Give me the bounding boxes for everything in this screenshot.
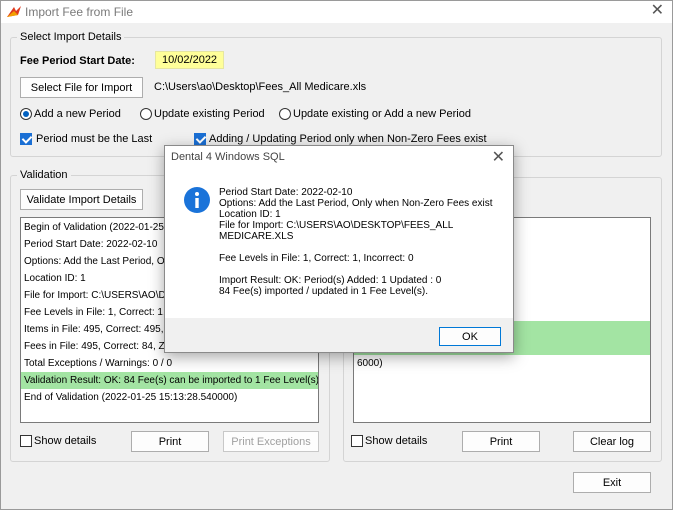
dialog-line [219,242,509,253]
non-zero-fees-label[interactable]: Adding / Updating Period only when Non-Z… [209,133,487,145]
dialog-line: Import Result: OK: Period(s) Added: 1 Up… [219,275,442,286]
show-details-checkbox-left[interactable] [20,435,32,447]
dialog-line: Options: Add the Last Period, Only when … [219,198,493,209]
period-start-date-field[interactable]: 10/02/2022 [155,51,225,69]
exit-button[interactable]: Exit [573,472,651,493]
message-dialog: Dental 4 Windows SQL ✕ Period Start Date… [164,145,514,353]
file-path-text: C:\Users\ao\Desktop\Fees_All Medicare.xl… [154,81,367,93]
dialog-line: Fee Levels in File: 1, Correct: 1, Incor… [219,253,414,264]
dialog-line: File for Import: C:\USERS\AO\DESKTOP\FEE… [219,220,454,231]
show-details-label-left[interactable]: Show details [34,435,96,447]
dialog-line [219,264,509,275]
update-or-add-period-label[interactable]: Update existing or Add a new Period [293,108,471,120]
log-line-result: Validation Result: OK: 84 Fee(s) can be … [21,372,318,389]
update-existing-period-radio[interactable] [140,108,152,120]
dialog-close-icon[interactable]: ✕ [492,147,505,167]
dialog-title: Dental 4 Windows SQL [171,151,285,163]
clear-log-button[interactable]: Clear log [573,431,651,452]
add-new-period-radio[interactable] [20,108,32,120]
app-logo-icon [7,6,21,17]
validate-import-button[interactable]: Validate Import Details [20,189,143,210]
dialog-message: Period Start Date: 2022-02-10 Options: A… [219,187,509,297]
dialog-ok-button[interactable]: OK [439,327,501,346]
dialog-line: MEDICARE.XLS [219,231,294,242]
period-must-be-last-label[interactable]: Period must be the Last [36,133,152,145]
dialog-line: 84 Fee(s) imported / updated in 1 Fee Le… [219,286,428,297]
window-close-icon[interactable]: ✕ [651,2,664,20]
update-or-add-period-radio[interactable] [279,108,291,120]
log-line: 6000) [357,358,383,369]
log-line: Total Exceptions / Warnings: 0 / 0 [24,358,173,369]
print-log-button[interactable]: Print [462,431,540,452]
validation-legend: Validation [20,169,68,181]
select-file-button[interactable]: Select File for Import [20,77,143,98]
title-bar: Import Fee from File ✕ [1,1,672,23]
show-details-label-right[interactable]: Show details [365,435,427,447]
print-exceptions-button[interactable]: Print Exceptions [223,431,319,452]
dialog-line: Period Start Date: 2022-02-10 [219,187,353,198]
non-zero-fees-checkbox[interactable] [194,133,206,145]
info-icon [184,187,210,213]
show-details-checkbox-right[interactable] [351,435,363,447]
print-validation-button[interactable]: Print [131,431,209,452]
select-import-details-legend: Select Import Details [20,31,122,43]
update-existing-period-label[interactable]: Update existing Period [154,108,265,120]
log-line: End of Validation (2022-01-25 15:13:28.5… [24,392,238,403]
period-start-label: Fee Period Start Date: [20,55,135,67]
window-title: Import Fee from File [25,5,134,19]
period-must-be-last-checkbox[interactable] [20,133,32,145]
dialog-line: Location ID: 1 [219,209,281,220]
dialog-footer: OK [165,318,513,352]
add-new-period-label[interactable]: Add a new Period [34,108,121,120]
